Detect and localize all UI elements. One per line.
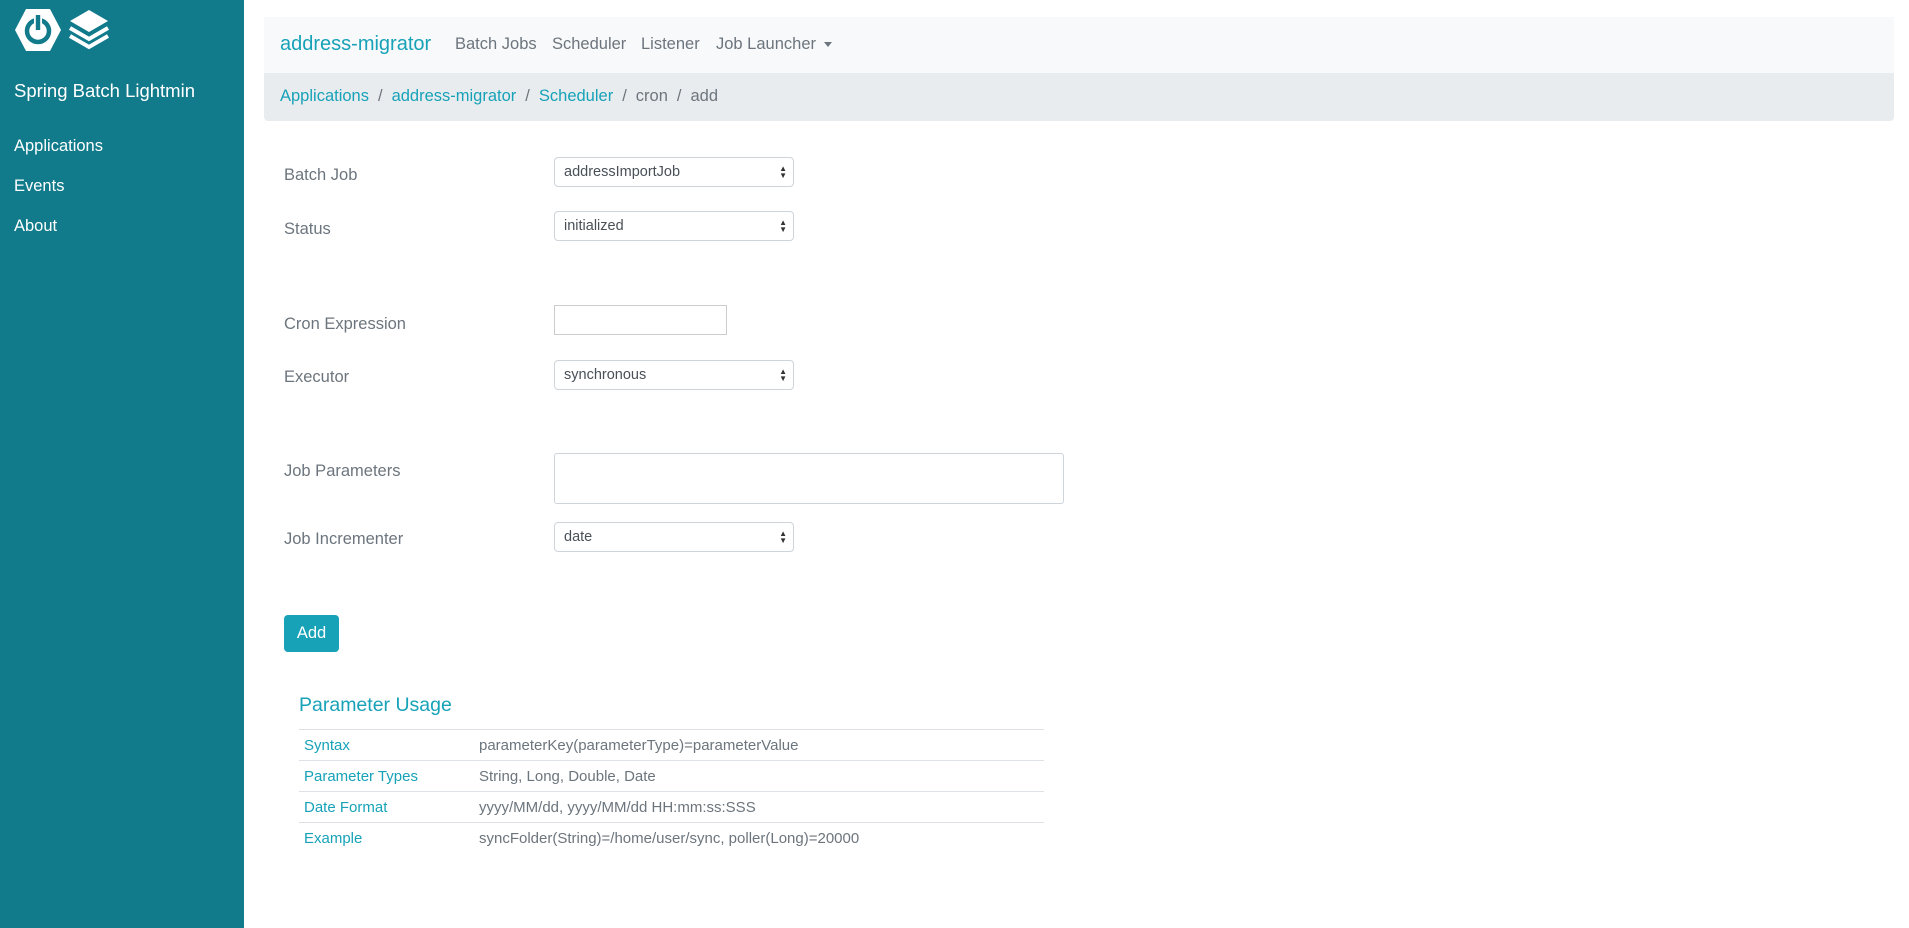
layers-icon <box>68 10 110 50</box>
breadcrumb: Applications / address-migrator / Scheduler /… <box>264 73 1894 121</box>
breadcrumb-separator: / <box>676 87 682 105</box>
caret-down-icon <box>824 42 832 48</box>
breadcrumb-separator: / <box>377 87 383 105</box>
parameter-usage-table: Syntax parameterKey(parameterType)=parame… <box>299 729 1044 853</box>
job-parameters-label: Job Parameters <box>284 462 401 480</box>
navbar: address-migrator Batch Jobs Scheduler Li… <box>264 17 1894 73</box>
status-label: Status <box>284 220 331 238</box>
job-parameters-textarea[interactable] <box>554 453 1064 504</box>
nav-job-launcher-label: Job Launcher <box>716 35 816 53</box>
breadcrumb-application[interactable]: address-migrator <box>392 87 517 105</box>
job-incrementer-select[interactable]: date ▲ ▼ <box>554 522 794 552</box>
cron-expression-label: Cron Expression <box>284 315 406 333</box>
breadcrumb-cron: cron <box>635 87 668 105</box>
logo <box>14 8 110 52</box>
row-value: yyyy/MM/dd, yyyy/MM/dd HH:mm:ss:SSS <box>479 799 756 816</box>
executor-label: Executor <box>284 368 350 386</box>
batch-job-label: Batch Job <box>284 166 358 184</box>
row-key: Example <box>304 830 363 847</box>
table-row: Date Format yyyy/MM/dd, yyyy/MM/dd HH:mm:… <box>299 791 1044 822</box>
table-row: Parameter Types String, Long, Double, Dat… <box>299 760 1044 791</box>
breadcrumb-separator: / <box>525 87 530 105</box>
sidebar-item-events[interactable]: Events <box>14 177 64 196</box>
spring-power-icon <box>15 9 61 51</box>
app-title: Spring Batch Lightmin <box>14 80 195 101</box>
row-key: Parameter Types <box>304 768 418 785</box>
breadcrumb-separator: / <box>622 87 627 105</box>
job-incrementer-value: date <box>564 529 593 545</box>
nav-job-launcher[interactable]: Job Launcher <box>716 35 832 54</box>
navbar-brand[interactable]: address-migrator <box>280 33 431 56</box>
add-button[interactable]: Add <box>284 615 339 652</box>
select-arrows-icon: ▲ ▼ <box>779 367 787 383</box>
executor-value: synchronous <box>564 367 647 383</box>
nav-batch-jobs[interactable]: Batch Jobs <box>455 35 537 54</box>
status-select[interactable]: initialized ▲ ▼ <box>554 211 794 241</box>
batch-job-value: addressImportJob <box>564 164 681 180</box>
breadcrumb-add: add <box>690 87 719 105</box>
row-key: Syntax <box>304 737 350 754</box>
sidebar-item-about[interactable]: About <box>14 217 57 236</box>
job-incrementer-label: Job Incrementer <box>284 530 404 548</box>
table-row: Syntax parameterKey(parameterType)=parame… <box>299 729 1044 760</box>
breadcrumb-applications[interactable]: Applications <box>280 87 369 105</box>
row-value: parameterKey(parameterType)=parameterVal… <box>479 737 799 754</box>
table-row: Example syncFolder(String)=/home/user/syn… <box>299 822 1044 853</box>
sidebar: Spring Batch Lightmin Applications Event… <box>0 0 244 928</box>
nav-listener[interactable]: Listener <box>641 35 700 54</box>
row-value: syncFolder(String)=/home/user/sync, poll… <box>479 830 860 847</box>
nav-scheduler[interactable]: Scheduler <box>552 35 626 54</box>
select-arrows-icon: ▲ ▼ <box>779 164 787 180</box>
parameter-usage-title: Parameter Usage <box>299 694 452 716</box>
status-value: initialized <box>564 218 624 234</box>
breadcrumb-scheduler[interactable]: Scheduler <box>539 87 613 105</box>
select-arrows-icon: ▲ ▼ <box>779 529 787 545</box>
select-arrows-icon: ▲ ▼ <box>779 218 787 234</box>
batch-job-select[interactable]: addressImportJob ▲ ▼ <box>554 157 794 187</box>
sidebar-item-applications[interactable]: Applications <box>14 137 103 156</box>
executor-select[interactable]: synchronous ▲ ▼ <box>554 360 794 390</box>
cron-expression-input[interactable] <box>554 305 727 335</box>
row-value: String, Long, Double, Date <box>479 768 656 785</box>
row-key: Date Format <box>304 799 388 816</box>
